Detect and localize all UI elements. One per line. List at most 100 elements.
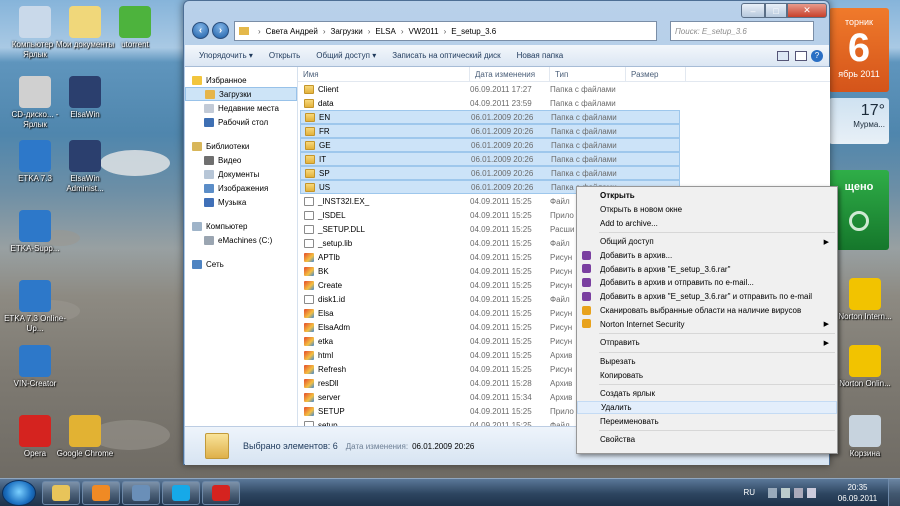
file-row[interactable]: data 04.09.2011 23:59 Папка с файлами: [300, 96, 680, 110]
explorer-icon: [52, 485, 70, 501]
weather-gadget[interactable]: 17° Мурма...: [829, 98, 889, 144]
breadcrumb-item[interactable]: VW2011: [409, 27, 439, 36]
context-menu-item[interactable]: Копировать: [577, 368, 837, 382]
nav-item[interactable]: Сеть: [185, 257, 297, 271]
address-bar[interactable]: › Света Андрей › Загрузки › ELSA › VW201…: [234, 21, 657, 41]
context-menu-item[interactable]: Добавить в архив и отправить по e-mail..…: [577, 276, 837, 290]
nav-item[interactable]: Документы: [185, 167, 297, 181]
file-row[interactable]: FR 06.01.2009 20:26 Папка с файлами: [300, 124, 680, 138]
column-date[interactable]: Дата изменения: [470, 67, 550, 82]
nav-icon: [192, 259, 202, 269]
help-icon[interactable]: ?: [811, 49, 823, 62]
taskbar-tool-button[interactable]: [122, 481, 160, 505]
desktop-icon[interactable]: Norton Intern...: [832, 278, 898, 322]
nav-item[interactable]: Видео: [185, 153, 297, 167]
context-menu-item[interactable]: Открыть в новом окне: [577, 203, 837, 217]
desktop-icon[interactable]: VIN-Creator: [2, 345, 68, 389]
desktop-icon[interactable]: Google Chrome: [52, 415, 118, 459]
clock-time[interactable]: 20:35: [835, 483, 880, 492]
column-name[interactable]: Имя: [298, 67, 470, 82]
close-button[interactable]: ✕: [787, 3, 827, 18]
context-menu-item[interactable]: Переименовать: [577, 414, 837, 428]
desktop-icon[interactable]: Корзина: [832, 415, 898, 459]
taskbar-skype-button[interactable]: [162, 481, 200, 505]
desktop-icon[interactable]: ETKA-Supp...: [2, 210, 68, 254]
nav-item[interactable]: Избранное: [185, 73, 297, 87]
taskbar-opera-button[interactable]: [202, 481, 240, 505]
nav-item[interactable]: Загрузки: [185, 87, 297, 101]
context-menu-item[interactable]: Свойства: [577, 433, 837, 447]
nav-icon: [192, 221, 202, 231]
breadcrumb-item[interactable]: Загрузки: [331, 27, 363, 36]
file-row[interactable]: EN 06.01.2009 20:26 Папка с файлами: [300, 110, 680, 124]
nav-item[interactable]: Изображения: [185, 181, 297, 195]
file-name: EN: [319, 112, 331, 122]
context-menu-item[interactable]: Add to archive...: [577, 216, 837, 230]
organize-button[interactable]: Упорядочить ▾: [199, 51, 253, 60]
context-menu-item[interactable]: Создать ярлык: [577, 387, 837, 401]
column-size[interactable]: Размер: [626, 67, 686, 82]
context-menu-item[interactable]: Сканировать выбранные области на наличие…: [577, 304, 837, 318]
breadcrumb-item[interactable]: Света Андрей: [266, 27, 318, 36]
file-row[interactable]: Client 06.09.2011 17:27 Папка с файлами: [300, 82, 680, 96]
file-name-cell: _ISDEL: [300, 210, 470, 220]
desktop-icon-label: Norton Onlin...: [839, 379, 891, 388]
context-menu-item[interactable]: Отправить ▶: [577, 336, 837, 350]
nav-item[interactable]: Рабочий стол: [185, 115, 297, 129]
file-row[interactable]: GE 06.01.2009 20:26 Папка с файлами: [300, 138, 680, 152]
clock-date[interactable]: 06.09.2011: [835, 494, 880, 503]
desktop-icon[interactable]: ElsaWin Administ...: [52, 140, 118, 194]
column-headers: Имя Дата изменения Тип Размер: [298, 67, 830, 82]
app-icon: [849, 415, 881, 447]
language-indicator[interactable]: RU: [743, 488, 755, 497]
forward-button[interactable]: ›: [212, 22, 229, 39]
breadcrumb-item[interactable]: ELSA: [375, 27, 395, 36]
nav-icon: [204, 155, 214, 165]
app-icon: [69, 6, 101, 38]
nav-item[interactable]: Компьютер: [185, 219, 297, 233]
new-folder-button[interactable]: Новая папка: [517, 51, 564, 60]
context-menu-item[interactable]: Добавить в архив "E_setup_3.6.rar": [577, 262, 837, 276]
context-menu-item[interactable]: Добавить в архив...: [577, 249, 837, 263]
column-type[interactable]: Тип: [550, 67, 626, 82]
file-row[interactable]: IT 06.01.2009 20:26 Папка с файлами: [300, 152, 680, 166]
desktop-icon-label: utorrent: [121, 40, 149, 49]
calendar-gadget[interactable]: торник 6 ябрь 2011: [829, 8, 889, 92]
nav-item[interactable]: Музыка: [185, 195, 297, 209]
burn-button[interactable]: Записать на оптический диск: [392, 51, 500, 60]
desktop-icon[interactable]: ETKA 7.3 Online-Up...: [2, 280, 68, 334]
context-menu-item[interactable]: Добавить в архив "E_setup_3.6.rar" и отп…: [577, 290, 837, 304]
file-type: Папка с файлами: [551, 112, 617, 122]
start-button[interactable]: [2, 480, 36, 506]
taskbar-media-player-button[interactable]: [82, 481, 120, 505]
view-options-icon[interactable]: [777, 50, 789, 61]
context-menu-item[interactable]: Вырезать: [577, 355, 837, 369]
maximize-button[interactable]: □: [765, 3, 787, 18]
refresh-icon[interactable]: [849, 211, 869, 231]
nav-item[interactable]: eMachines (C:): [185, 233, 297, 247]
open-button[interactable]: Открыть: [269, 51, 300, 60]
nav-item[interactable]: Библиотеки: [185, 139, 297, 153]
show-desktop-button[interactable]: [888, 479, 900, 506]
file-row[interactable]: SP 06.01.2009 20:26 Папка с файлами: [300, 166, 680, 180]
breadcrumb-item[interactable]: E_setup_3.6: [451, 27, 496, 36]
context-menu-item[interactable]: Norton Internet Security ▶: [577, 317, 837, 331]
taskbar-explorer-button[interactable]: [42, 481, 80, 505]
back-button[interactable]: ‹: [192, 22, 209, 39]
nav-item[interactable]: Недавние места: [185, 101, 297, 115]
context-menu-item[interactable]: Удалить: [577, 400, 837, 415]
desktop-icon[interactable]: Norton Onlin...: [832, 345, 898, 389]
desktop-icon[interactable]: ElsaWin: [52, 76, 118, 120]
context-menu-item[interactable]: Общий доступ ▶: [577, 235, 837, 249]
file-date: 04.09.2011 15:25: [470, 280, 532, 290]
preview-pane-icon[interactable]: [795, 50, 807, 61]
desktop-icon[interactable]: utorrent: [102, 6, 168, 50]
security-gadget[interactable]: щено: [829, 170, 889, 250]
menu-item-label: Удалить: [601, 402, 632, 412]
app-icon: [119, 6, 151, 38]
context-menu-item[interactable]: Открыть: [577, 189, 837, 203]
minimize-button[interactable]: –: [741, 3, 765, 18]
share-button[interactable]: Общий доступ ▾: [316, 51, 376, 60]
tray-icons[interactable]: [768, 488, 828, 498]
search-input[interactable]: Поиск: E_setup_3.6: [670, 21, 814, 41]
